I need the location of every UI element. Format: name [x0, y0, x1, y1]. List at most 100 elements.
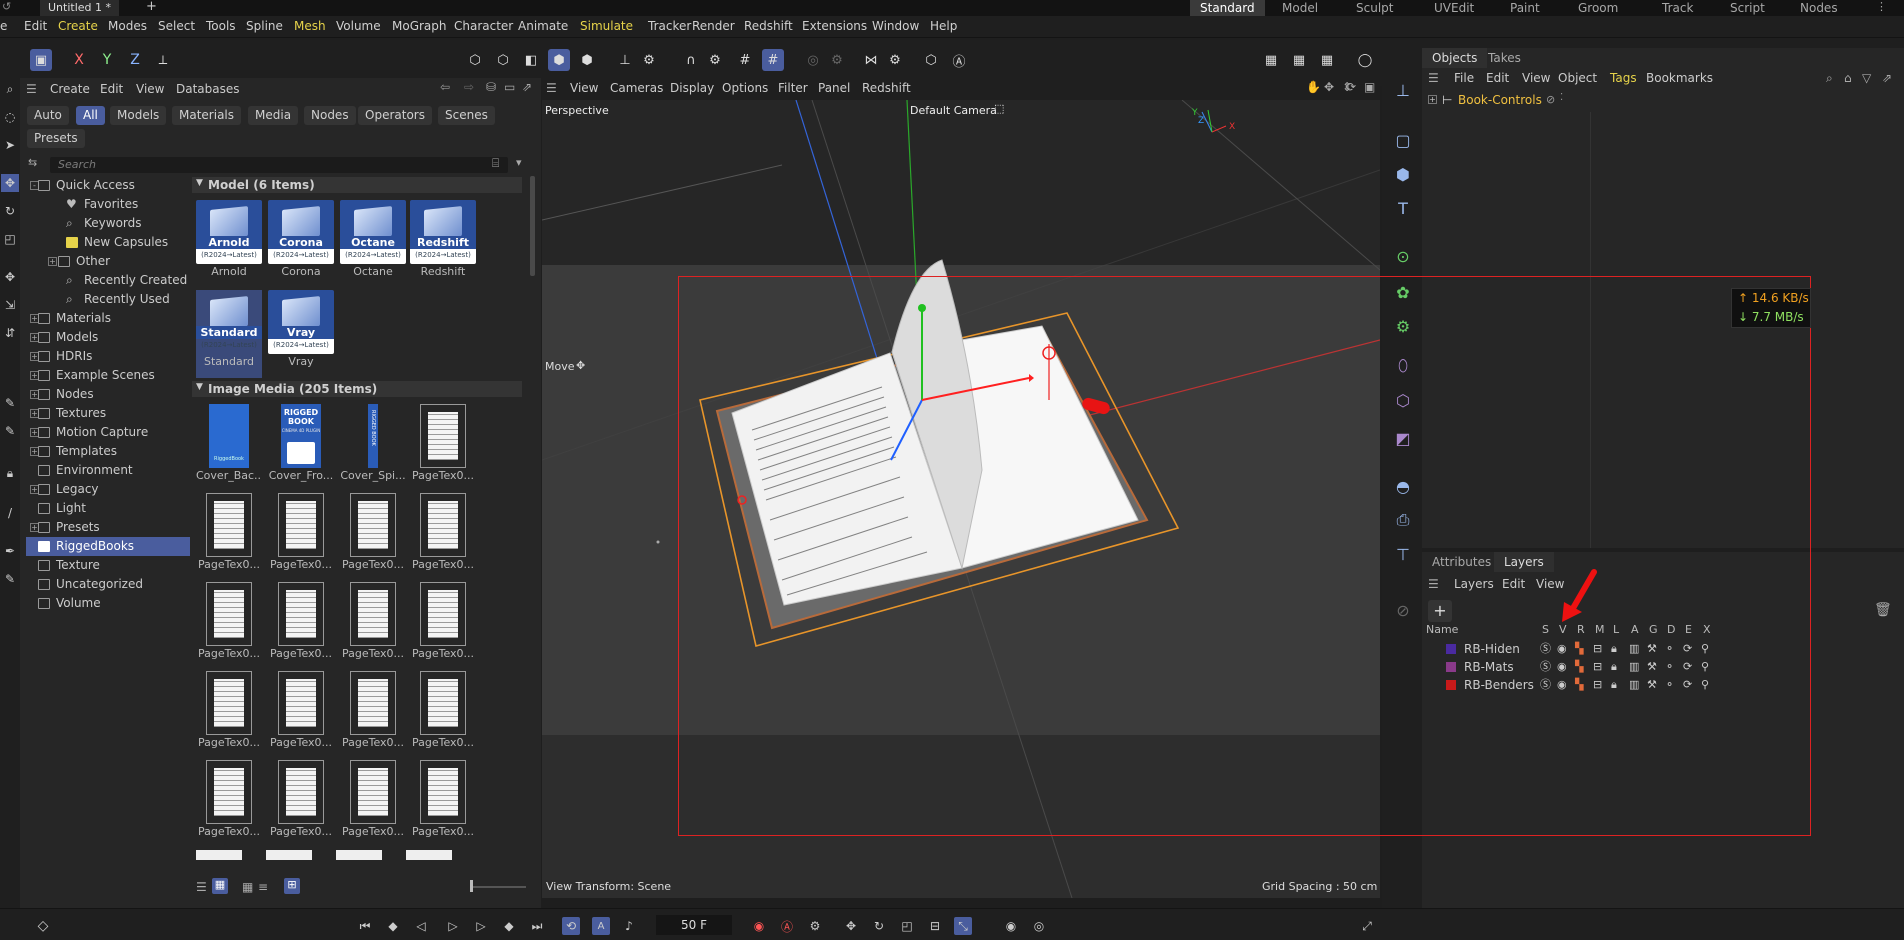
- key-param-icon[interactable]: ⊟: [926, 917, 944, 935]
- hierarchy-icon[interactable]: ⊞: [284, 878, 300, 894]
- nav-back-icon[interactable]: ⇦: [440, 80, 450, 94]
- tree-item[interactable]: ⌕ Keywords: [26, 214, 190, 233]
- objects-search-icon[interactable]: ⌕: [1826, 71, 1833, 86]
- tree-expander-icon[interactable]: +: [48, 257, 57, 266]
- tree-item[interactable]: Texture: [26, 556, 190, 575]
- scale-tool-icon[interactable]: ◰: [1, 230, 19, 248]
- tree-item[interactable]: + Other: [26, 252, 190, 271]
- media-asset-thumb[interactable]: PageTex0...: [410, 760, 476, 848]
- media-asset-thumb[interactable]: PageTex0...: [410, 671, 476, 759]
- cube-object-icon[interactable]: ⬢: [1391, 162, 1415, 186]
- menu-item[interactable]: e: [0, 19, 7, 33]
- edges-mode-icon[interactable]: ⬡: [492, 49, 514, 71]
- text-object-icon[interactable]: T: [1391, 196, 1415, 220]
- move-tool-icon[interactable]: ✥: [1, 174, 19, 192]
- tree-item[interactable]: + Legacy: [26, 480, 190, 499]
- thumb-view-icon[interactable]: ▦: [242, 880, 253, 894]
- shader-ball-icon[interactable]: ◯: [1354, 49, 1376, 71]
- media-asset-thumb[interactable]: PageTex0...: [340, 760, 406, 848]
- media-asset-thumb[interactable]: PageTex0...: [340, 582, 406, 670]
- thumb-size-slider-handle[interactable]: [470, 880, 473, 892]
- tree-item[interactable]: + HDRIs: [26, 347, 190, 366]
- filter-chip[interactable]: Nodes: [304, 106, 356, 125]
- tree-item[interactable]: + Example Scenes: [26, 366, 190, 385]
- filter-icon[interactable]: ⌸: [492, 156, 499, 171]
- model-section-header[interactable]: Model (6 Items): [192, 177, 522, 193]
- move-view-icon[interactable]: ✥: [1324, 80, 1334, 94]
- objects-new-window-icon[interactable]: ⇗: [1882, 71, 1892, 85]
- render-region-icon[interactable]: ▦: [1260, 49, 1282, 71]
- media-asset-thumb[interactable]: PageTex0...: [196, 760, 262, 848]
- auto-key-icon[interactable]: Ⓐ: [778, 917, 796, 935]
- layout-tab[interactable]: Track: [1662, 0, 1693, 16]
- locked-workplane-icon[interactable]: ⬡: [920, 49, 942, 71]
- tree-item[interactable]: + Motion Capture: [26, 423, 190, 442]
- new-tab-button[interactable]: +: [146, 0, 157, 14]
- record-icon[interactable]: ◉: [750, 917, 768, 935]
- render-view-icon[interactable]: ▦: [1288, 49, 1310, 71]
- key-position-icon[interactable]: ✥: [842, 917, 860, 935]
- thumb-size-slider-track[interactable]: [470, 886, 526, 888]
- sound-icon[interactable]: ♪: [620, 917, 638, 935]
- objects-home-icon[interactable]: ⌂: [1844, 71, 1852, 85]
- section-collapse-icon[interactable]: ▼: [196, 382, 203, 392]
- menu-item[interactable]: Render: [692, 19, 735, 33]
- objects-tab[interactable]: Takes: [1478, 48, 1531, 68]
- viewport-hamburger-icon[interactable]: ☰: [546, 81, 557, 95]
- undo-icon[interactable]: ↺: [2, 0, 11, 13]
- media-asset-thumb[interactable]: PageTex0...: [410, 582, 476, 670]
- document-tab[interactable]: Untitled 1 *: [40, 0, 120, 16]
- axis-a-icon[interactable]: Ⓐ: [948, 49, 970, 71]
- object-name[interactable]: Book-Controls: [1458, 93, 1542, 107]
- objects-menu-item[interactable]: Bookmarks: [1646, 71, 1713, 85]
- filter-chip[interactable]: Auto: [27, 106, 69, 125]
- objects-menu-item[interactable]: Object: [1558, 71, 1597, 85]
- model-asset-thumb[interactable]: Octane (R2024→Latest) Octane: [340, 200, 406, 288]
- tree-item[interactable]: + Textures: [26, 404, 190, 423]
- layer-dots-icon[interactable]: ⁚: [1560, 92, 1563, 103]
- coordinate-system-icon[interactable]: ⟂: [152, 49, 174, 71]
- nav-forward-icon[interactable]: ⇨: [464, 80, 474, 94]
- filter-chip[interactable]: Materials: [172, 106, 242, 125]
- viewport-menu-item[interactable]: Cameras: [610, 81, 663, 95]
- brush-tool-icon[interactable]: ✎: [1, 394, 19, 412]
- axis-mode-icon[interactable]: ⊥: [614, 49, 636, 71]
- objects-menu-item[interactable]: View: [1522, 71, 1550, 85]
- placement-tool-icon[interactable]: ⇲: [1, 296, 19, 314]
- menu-item[interactable]: Tools: [206, 19, 236, 33]
- layout-tab[interactable]: Paint: [1510, 0, 1540, 16]
- tree-item[interactable]: ⌕ Recently Used: [26, 290, 190, 309]
- viewport-menu-item[interactable]: Panel: [818, 81, 850, 95]
- tree-item[interactable]: + Presets: [26, 518, 190, 537]
- model-asset-thumb[interactable]: Corona (R2024→Latest) Corona: [268, 200, 334, 288]
- asset-search-input[interactable]: Search: [50, 157, 508, 173]
- asset-menu-item[interactable]: View: [136, 82, 164, 96]
- menu-item[interactable]: Mesh: [294, 19, 326, 33]
- coordinate-manager-icon[interactable]: ⊥: [1391, 78, 1415, 102]
- model-asset-thumb[interactable]: Standard (R2024→Latest) Standard: [196, 290, 262, 378]
- menu-item[interactable]: Redshift: [744, 19, 793, 33]
- tree-item[interactable]: Light: [26, 499, 190, 518]
- viewport-menu-item[interactable]: Display: [670, 81, 714, 95]
- motion-settings-icon[interactable]: ◎: [1030, 917, 1048, 935]
- key-scale-icon[interactable]: ◰: [898, 917, 916, 935]
- model-asset-thumb[interactable]: Redshift (R2024→Latest) Redshift: [410, 200, 476, 288]
- spline-pen-icon[interactable]: ✒: [1, 542, 19, 560]
- viewport-menu-item[interactable]: Options: [722, 81, 768, 95]
- object-expander[interactable]: +: [1428, 95, 1437, 104]
- layout-tab[interactable]: Sculpt: [1356, 0, 1393, 16]
- select-arrow-icon[interactable]: ➤: [1, 136, 19, 154]
- presets-chip[interactable]: Presets: [27, 129, 85, 148]
- tree-item[interactable]: Uncategorized: [26, 575, 190, 594]
- timeline-expand-icon[interactable]: ⤢: [1358, 917, 1376, 935]
- polygons-mode-icon[interactable]: ◧: [520, 49, 542, 71]
- model-asset-thumb[interactable]: Vray (R2024→Latest) Vray: [268, 290, 334, 378]
- objects-menu-item[interactable]: File: [1454, 71, 1474, 85]
- menu-item[interactable]: Extensions: [802, 19, 867, 33]
- sculpt-tool-icon[interactable]: ✎: [1, 570, 19, 588]
- next-key-icon[interactable]: ◆: [500, 917, 518, 935]
- key-pla-icon[interactable]: ⤡: [954, 917, 972, 935]
- render-settings-icon[interactable]: ▦: [1316, 49, 1338, 71]
- media-asset-thumb[interactable]: PageTex0...: [340, 671, 406, 759]
- media-asset-thumb[interactable]: PageTex0...: [268, 582, 334, 670]
